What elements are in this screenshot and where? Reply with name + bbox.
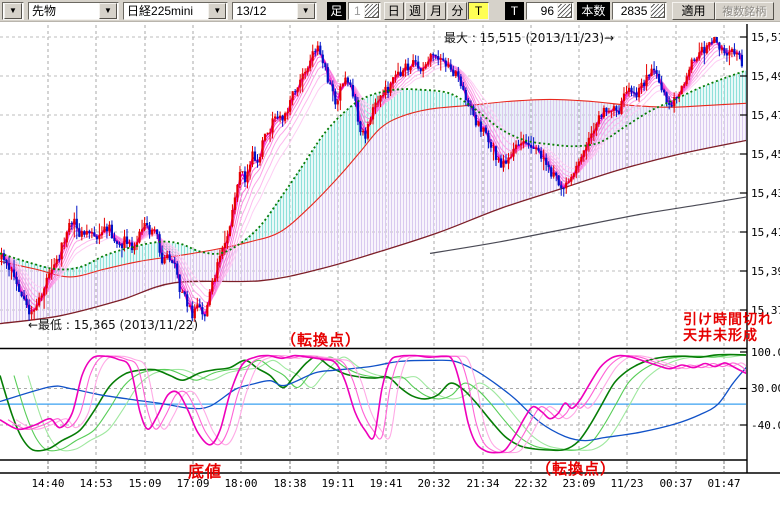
multi-symbol-button[interactable]: 複数銘柄: [715, 2, 774, 20]
period-month-button[interactable]: 月: [426, 2, 446, 20]
category-value: 先物: [29, 2, 98, 19]
close-timeout-line1: 引け時間切れ: [683, 312, 773, 328]
close-timeout-annotation: 引け時間切れ 天井未形成: [683, 312, 773, 344]
chevron-down-icon[interactable]: ▼: [99, 3, 117, 19]
interval-stepper[interactable]: 1: [348, 2, 381, 20]
interval-value: 1: [349, 4, 363, 18]
tick-count-stepper[interactable]: 96: [526, 2, 574, 20]
contract-month-select[interactable]: 13/12 ▼: [232, 2, 316, 20]
bar-type-label: 足: [327, 2, 346, 20]
chart-area[interactable]: [0, 0, 780, 500]
turning-point-upper-annotation: （転換点）: [281, 329, 361, 350]
bar-count-label: 本数: [577, 2, 610, 20]
close-timeout-line2: 天井未形成: [683, 328, 773, 344]
period-week-button[interactable]: 週: [405, 2, 425, 20]
chevron-down-icon[interactable]: ▼: [208, 3, 226, 19]
period-minute-button[interactable]: 分: [447, 2, 467, 20]
category-select[interactable]: 先物 ▼: [28, 2, 119, 20]
period-day-button[interactable]: 日: [384, 2, 404, 20]
symbol-select[interactable]: 日経225mini ▼: [123, 2, 228, 20]
chevron-down-icon[interactable]: ▼: [297, 3, 315, 19]
symbol-value: 日経225mini: [124, 2, 207, 19]
apply-button[interactable]: 適用: [672, 2, 714, 20]
turning-point-lower-annotation: （転換点）: [536, 458, 616, 479]
min-price-annotation: ←最低 : 15,365 (2013/11/22): [28, 316, 198, 333]
period-tick-button[interactable]: T: [468, 2, 488, 20]
toolbar: ▼ 先物 ▼ 日経225mini ▼ 13/12 ▼ 足 1 日 週 月 分 T…: [0, 0, 780, 22]
bottom-value-annotation: 底値: [188, 458, 222, 482]
spinner-icon[interactable]: [557, 3, 572, 18]
tick-count-value: 96: [527, 4, 556, 18]
bar-count-stepper[interactable]: 2835: [612, 2, 668, 20]
tick-count-label: T: [505, 2, 524, 20]
chevron-down-icon[interactable]: ▼: [4, 3, 22, 19]
max-price-annotation: 最大 : 15,515 (2013/11/23)→: [444, 29, 614, 46]
spinner-icon[interactable]: [364, 3, 379, 18]
spinner-icon[interactable]: [650, 3, 665, 18]
contract-month-value: 13/12: [233, 4, 295, 18]
bar-count-value: 2835: [613, 4, 650, 18]
mini-dropdown[interactable]: ▼: [2, 2, 24, 20]
